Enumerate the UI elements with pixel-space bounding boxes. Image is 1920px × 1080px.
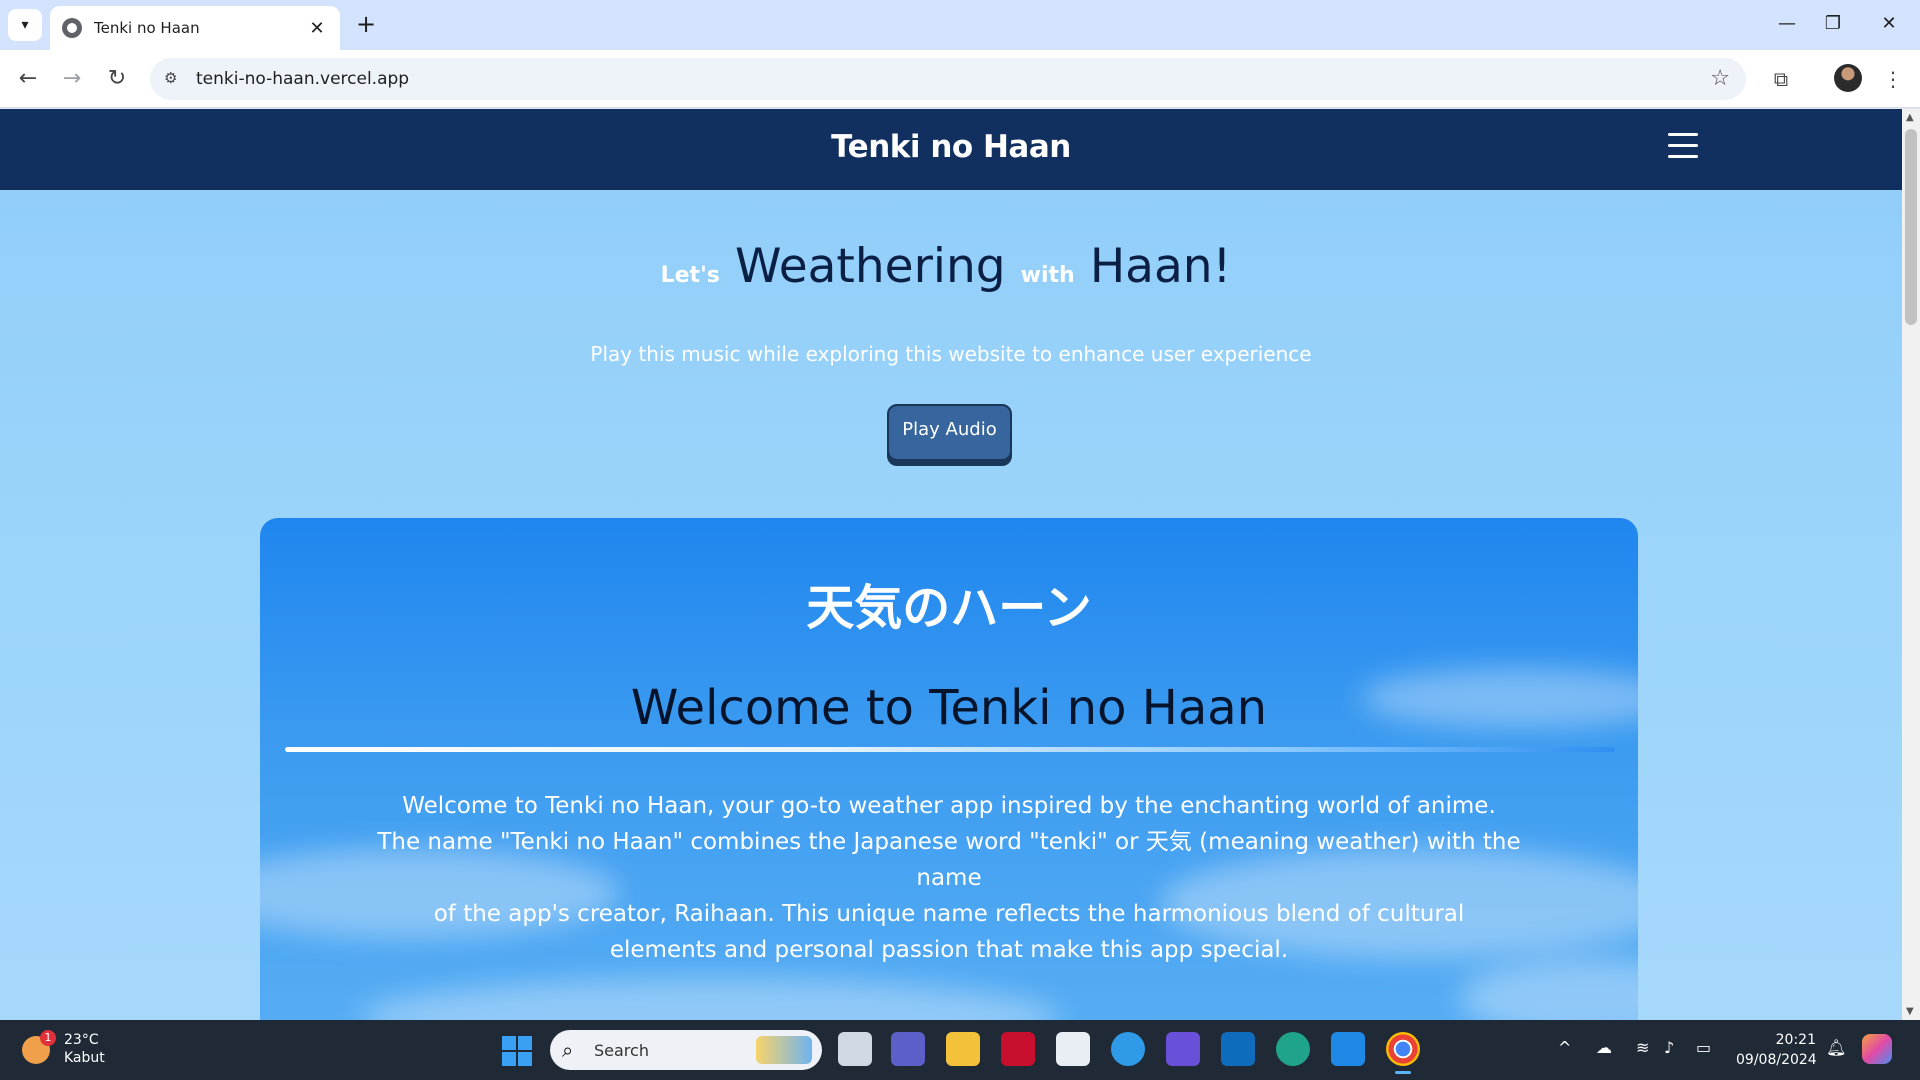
paragraph-line: The name "Tenki no Haan" combines the Ja… <box>377 829 1521 891</box>
paragraph-line: elements and personal passion that make … <box>609 937 1289 963</box>
bookmark-star-icon[interactable]: ☆ <box>1710 66 1730 91</box>
volume-icon[interactable]: ♪ <box>1664 1038 1674 1057</box>
globe-icon <box>62 18 82 38</box>
search-highlight-icon <box>756 1036 812 1064</box>
notification-bell-icon[interactable]: 🔔︎ <box>1826 1038 1846 1057</box>
hero-weathering: Weathering <box>735 239 1006 294</box>
back-icon[interactable]: ← <box>12 63 44 95</box>
site-title[interactable]: Tenki no Haan <box>0 129 1902 165</box>
scrollbar-thumb[interactable] <box>1905 129 1917 325</box>
file-explorer-icon[interactable] <box>946 1032 980 1066</box>
onedrive-icon[interactable]: ☁ <box>1596 1038 1612 1057</box>
scroll-down-icon[interactable]: ▼ <box>1906 1006 1914 1017</box>
music-hint: Play this music while exploring this web… <box>590 342 1312 366</box>
mcafee-icon[interactable] <box>1001 1032 1035 1066</box>
windows-start-icon[interactable] <box>502 1036 532 1066</box>
tab-title: Tenki no Haan <box>94 19 200 37</box>
edge-icon[interactable] <box>1276 1032 1310 1066</box>
vscode-icon[interactable] <box>1331 1032 1365 1066</box>
hero-with: with <box>1020 263 1075 288</box>
heading-underline <box>285 747 1615 752</box>
page-viewport: Tenki no Haan Let's Weathering with Haan… <box>0 109 1902 1020</box>
paragraph-line: of the app's creator, Raihaan. This uniq… <box>433 901 1465 927</box>
help-icon[interactable] <box>1111 1032 1145 1066</box>
paragraph-line: Welcome to Tenki no Haan, your go-to wea… <box>402 793 1496 819</box>
search-icon: ⌕ <box>562 1038 574 1062</box>
browser-tab[interactable]: Tenki no Haan ✕ <box>50 6 340 50</box>
restore-icon[interactable]: ❐ <box>1810 8 1856 40</box>
weather-badge: 1 <box>40 1030 56 1046</box>
menu-dots-icon[interactable]: ⋮ <box>1878 64 1908 94</box>
site-header: Tenki no Haan <box>0 109 1902 190</box>
close-tab-icon[interactable]: ✕ <box>306 18 328 39</box>
outlook-icon[interactable] <box>1221 1032 1255 1066</box>
minimize-icon[interactable]: — <box>1764 8 1810 40</box>
address-bar[interactable]: ⚙ tenki-no-haan.vercel.app ☆ <box>150 58 1746 100</box>
extensions-icon[interactable]: ⧉ <box>1766 64 1796 94</box>
tab-search-button[interactable]: ▾ <box>8 9 42 41</box>
weather-condition: Kabut <box>64 1050 105 1066</box>
wifi-icon[interactable]: ≋ <box>1636 1038 1649 1057</box>
taskbar-search[interactable]: ⌕ Search <box>550 1030 822 1070</box>
japanese-title: 天気のハーン <box>806 580 1092 636</box>
forward-icon[interactable]: → <box>56 63 88 95</box>
weather-widget[interactable]: 1 23°C Kabut <box>22 1030 142 1070</box>
welcome-paragraph: Welcome to Tenki no Haan, your go-to wea… <box>370 788 1528 968</box>
show-hidden-icons-icon[interactable]: ^ <box>1558 1038 1571 1057</box>
play-audio-button[interactable]: Play Audio <box>887 404 1012 461</box>
page-scrollbar[interactable]: ▲ ▼ <box>1902 109 1920 1020</box>
scroll-up-icon[interactable]: ▲ <box>1906 112 1914 123</box>
chrome-icon[interactable] <box>1386 1032 1420 1074</box>
clock-time: 20:21 <box>1775 1032 1816 1048</box>
task-view-icon[interactable] <box>838 1032 872 1066</box>
copilot-icon[interactable] <box>1862 1034 1892 1064</box>
welcome-heading: Welcome to Tenki no Haan <box>630 680 1268 736</box>
hero-haan: Haan! <box>1089 239 1232 294</box>
weather-temperature: 23°C <box>64 1032 99 1048</box>
windows-taskbar: 1 23°C Kabut ⌕ Search ^ ☁ ≋ ♪ ▭ 20:21 09… <box>0 1020 1920 1080</box>
hero-heading: Let's Weathering with Haan! <box>0 239 1902 294</box>
site-info-icon[interactable]: ⚙ <box>164 69 184 89</box>
chevron-down-icon: ▾ <box>21 17 29 33</box>
clock-date: 09/08/2024 <box>1736 1052 1817 1068</box>
reload-icon[interactable]: ↻ <box>101 63 133 95</box>
close-window-icon[interactable]: ✕ <box>1866 8 1912 40</box>
new-tab-button[interactable]: + <box>352 10 380 38</box>
hamburger-menu-icon[interactable] <box>1668 133 1698 163</box>
microsoft-store-icon[interactable] <box>1056 1032 1090 1066</box>
system-clock[interactable]: 20:21 09/08/2024 <box>1736 1030 1817 1070</box>
battery-icon[interactable]: ▭ <box>1696 1038 1711 1057</box>
browser-toolbar: ← → ↻ ⚙ tenki-no-haan.vercel.app ☆ ⧉ ⋮ <box>0 50 1920 108</box>
browser-tab-bar: ▾ Tenki no Haan ✕ + — ❐ ✕ <box>0 0 1920 50</box>
search-label: Search <box>594 1041 649 1060</box>
profile-avatar[interactable] <box>1834 64 1862 92</box>
teams-icon[interactable] <box>891 1032 925 1066</box>
copilot-app-icon[interactable] <box>1166 1032 1200 1066</box>
welcome-card: 天気のハーン Welcome to Tenki no Haan Welcome … <box>260 518 1638 1020</box>
hero-lets: Let's <box>660 263 720 288</box>
url-text[interactable]: tenki-no-haan.vercel.app <box>196 69 409 89</box>
